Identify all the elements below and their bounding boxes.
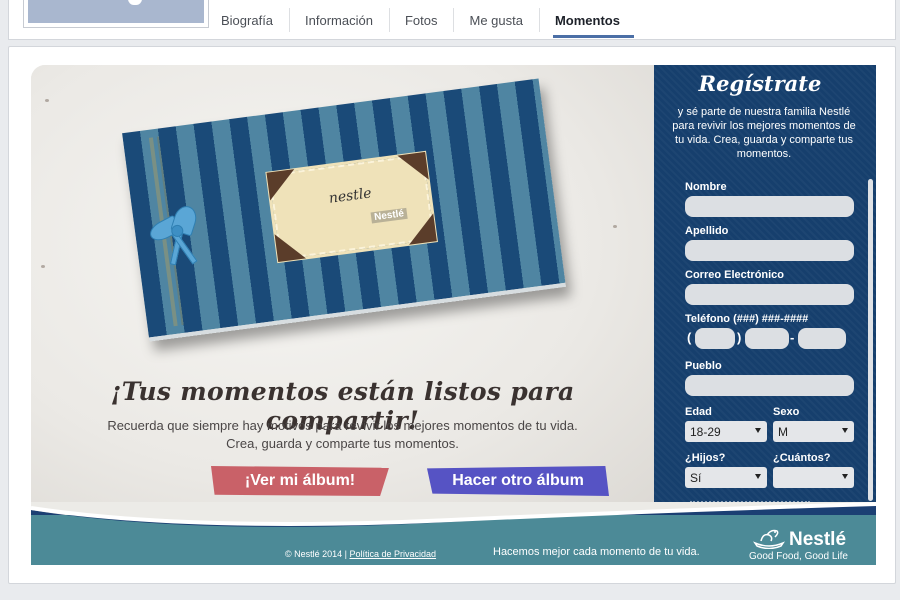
footer-tagline: Hacemos mejor cada momento de tu vida.: [493, 546, 700, 558]
photo-corner: [274, 230, 306, 263]
nestle-slogan: Good Food, Good Life: [749, 551, 848, 562]
hero-area: nestle Nestlé ¡Tus momentos están listos…: [31, 65, 654, 515]
nestle-app: nestle Nestlé ¡Tus momentos están listos…: [31, 65, 876, 565]
age-select[interactable]: 18-29: [685, 421, 767, 442]
lastname-field[interactable]: [685, 240, 854, 261]
chevron-down-icon: [842, 428, 848, 433]
footer-wave: [31, 502, 876, 527]
phone-area-code-field[interactable]: [695, 328, 735, 349]
sex-label: Sexo: [773, 406, 800, 418]
age-select-value: 18-29: [690, 424, 721, 439]
phone-line-field[interactable]: [798, 328, 846, 349]
howmany-select[interactable]: [773, 467, 854, 488]
email-field[interactable]: [685, 284, 854, 305]
album-cover-label: nestle Nestlé: [265, 150, 438, 264]
lastname-label: Apellido: [685, 225, 729, 237]
kids-select-value: Sí: [690, 470, 702, 485]
paper-speck: [613, 225, 617, 228]
kids-label: ¿Hijos?: [685, 452, 726, 464]
form-intro: y sé parte de nuestra familia Nestlé par…: [672, 106, 856, 160]
howmany-label: ¿Cuántos?: [773, 452, 831, 464]
chevron-down-icon: [842, 474, 848, 479]
form-title: Regístrate: [698, 71, 822, 96]
hero-copy-line-1: Recuerda que siempre hay motivos para re…: [107, 418, 578, 433]
tab-me-gusta[interactable]: Me gusta: [453, 0, 538, 40]
paper-speck: [45, 99, 49, 102]
copyright-text: © Nestlé 2014 |: [285, 549, 350, 559]
view-album-button[interactable]: ¡Ver mi álbum!: [211, 466, 389, 496]
name-label: Nombre: [685, 181, 727, 193]
footer-copyright: © Nestlé 2014 | Política de Privacidad: [285, 549, 436, 559]
sex-select[interactable]: M: [773, 421, 854, 442]
privacy-link[interactable]: Política de Privacidad: [350, 549, 437, 559]
name-field[interactable]: [685, 196, 854, 217]
town-field[interactable]: [685, 375, 854, 396]
nestle-wordmark: Nestlé: [789, 529, 847, 550]
profile-picture-image: [28, 0, 204, 23]
email-label: Correo Electrónico: [685, 269, 785, 281]
phone-open-paren: (: [687, 330, 692, 345]
form-scrollbar[interactable]: [868, 179, 873, 501]
chevron-down-icon: [755, 428, 761, 433]
tab-informacion[interactable]: Información: [289, 0, 389, 40]
paper-speck: [41, 265, 45, 268]
new-album-button[interactable]: Hacer otro álbum: [427, 466, 609, 496]
photo-corner: [405, 213, 437, 245]
sex-select-value: M: [778, 424, 788, 439]
hero-copy-line-2: Crea, guarda y comparte tus momentos.: [226, 436, 459, 451]
album-label-brand: Nestlé: [370, 207, 408, 224]
tab-fotos[interactable]: Fotos: [388, 0, 454, 40]
profile-picture-thumbnail[interactable]: [23, 0, 209, 28]
chevron-down-icon: [755, 474, 761, 479]
phone-fields: ( ) -: [685, 328, 855, 350]
profile-tabs: Biografía Información Fotos Me gusta Mom…: [205, 0, 636, 40]
phone-dash: -: [790, 330, 795, 345]
app-card: nestle Nestlé ¡Tus momentos están listos…: [8, 46, 896, 584]
ribbon-bow-icon: [146, 202, 207, 266]
phone-label: Teléfono (###) ###-####: [685, 313, 809, 325]
town-label: Pueblo: [685, 360, 722, 372]
profile-tab-bar: Biografía Información Fotos Me gusta Mom…: [8, 0, 896, 40]
kids-select[interactable]: Sí: [685, 467, 767, 488]
phone-close-paren: ): [737, 330, 742, 345]
tab-momentos[interactable]: Momentos: [538, 0, 636, 40]
age-label: Edad: [685, 406, 712, 418]
phone-prefix-field[interactable]: [745, 328, 789, 349]
registration-form: Regístrate y sé parte de nuestra familia…: [654, 65, 876, 515]
album-illustration: nestle Nestlé: [122, 78, 566, 342]
tab-biografia[interactable]: Biografía: [205, 0, 289, 40]
